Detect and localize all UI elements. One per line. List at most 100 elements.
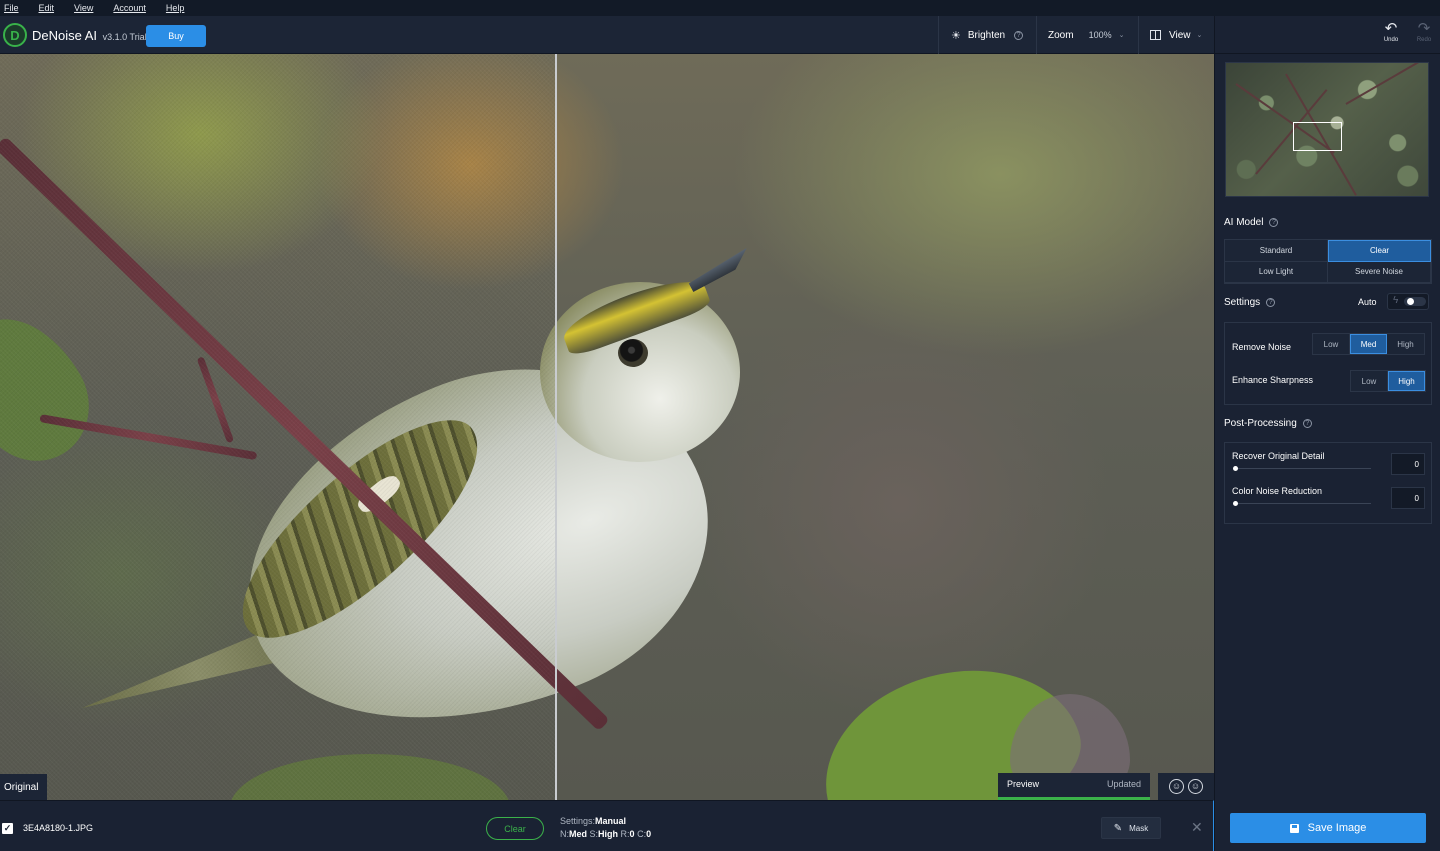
- slider-knob[interactable]: [1233, 501, 1238, 506]
- file-checkbox[interactable]: ✓: [2, 823, 13, 834]
- image-viewport[interactable]: [0, 54, 1214, 800]
- mask-label: Mask: [1129, 823, 1149, 833]
- auto-toggle[interactable]: ϟ: [1387, 293, 1429, 310]
- brighten-label: Brighten: [967, 29, 1006, 41]
- model-clear-badge[interactable]: Clear: [486, 817, 544, 840]
- auto-label: Auto: [1358, 297, 1377, 307]
- close-icon[interactable]: ✕: [1191, 819, 1203, 836]
- slider-knob[interactable]: [1233, 466, 1238, 471]
- color-noise-slider[interactable]: [1233, 501, 1371, 506]
- model-clear[interactable]: Clear: [1328, 240, 1431, 262]
- remove-noise-selector: Low Med High: [1312, 333, 1425, 355]
- brush-icon: ✎: [1113, 822, 1123, 834]
- sun-icon: ☀: [951, 29, 961, 42]
- color-noise-input[interactable]: 0: [1391, 487, 1425, 509]
- file-name: 3E4A8180-1.JPG: [23, 823, 94, 833]
- brighten-toggle[interactable]: ☀ Brighten ?: [938, 16, 1036, 54]
- settings-summary: Settings:Manual N:Med S:High R:0 C:0: [560, 815, 651, 841]
- navigator-thumbnail[interactable]: [1225, 62, 1429, 197]
- split-view-icon: [1150, 30, 1161, 40]
- settings-prefix: Settings:: [560, 816, 596, 826]
- zoom-value: 100%: [1088, 30, 1112, 40]
- noise-prefix: N:: [560, 829, 569, 839]
- noise-value: Med: [569, 829, 587, 839]
- settings-box: Remove Noise Low Med High Enhance Sharpn…: [1224, 322, 1432, 405]
- face-neutral-icon[interactable]: ☺: [1188, 779, 1203, 794]
- lightning-icon: ϟ: [1393, 295, 1399, 306]
- remove-noise-label: Remove Noise: [1232, 342, 1292, 352]
- top-toolbar: D DeNoise AI v3.1.0 Trial Buy ☀ Brighten…: [0, 16, 1214, 54]
- help-icon[interactable]: ?: [1014, 30, 1024, 40]
- undo-icon: ↶: [1384, 20, 1398, 37]
- preview-status: Preview Updated: [998, 773, 1150, 800]
- sharpness-prefix: S:: [589, 829, 599, 839]
- view-dropdown[interactable]: View ⌄: [1138, 16, 1214, 54]
- menu-edit[interactable]: Edit: [39, 3, 55, 13]
- color-prefix: C:: [637, 829, 647, 839]
- model-standard[interactable]: Standard: [1225, 240, 1328, 262]
- undo-button[interactable]: ↶ Undo: [1380, 20, 1402, 44]
- color-noise-label: Color Noise Reduction: [1232, 486, 1323, 496]
- navigator-viewport-box[interactable]: [1293, 122, 1342, 151]
- post-processing-box: Recover Original Detail 0 Color Noise Re…: [1224, 442, 1432, 524]
- save-image-button[interactable]: Save Image: [1230, 813, 1426, 843]
- recover-detail-label: Recover Original Detail: [1232, 451, 1325, 461]
- help-icon[interactable]: ?: [1302, 419, 1312, 428]
- model-low-light[interactable]: Low Light: [1225, 261, 1328, 283]
- app-name: DeNoise AI: [32, 28, 98, 43]
- buy-button[interactable]: Buy: [146, 25, 206, 47]
- sharpness-high[interactable]: High: [1388, 371, 1425, 391]
- app-version: v3.1.0 Trial: [102, 32, 147, 42]
- remove-noise-low[interactable]: Low: [1313, 334, 1350, 354]
- bottom-bar: ✓ 3E4A8180-1.JPG Clear Settings:Manual N…: [0, 800, 1214, 851]
- sharpness-low[interactable]: Low: [1351, 371, 1388, 391]
- zoom-label: Zoom: [1048, 29, 1074, 41]
- redo-icon: ↷: [1417, 20, 1431, 37]
- chevron-down-icon: ⌄: [1196, 32, 1203, 39]
- menu-help[interactable]: Help: [166, 3, 185, 13]
- ai-model-selector: Standard Clear Low Light Severe Noise: [1224, 239, 1432, 284]
- model-severe-noise[interactable]: Severe Noise: [1328, 261, 1431, 283]
- color-value: 0: [646, 829, 652, 839]
- bird-photo: [0, 54, 1214, 800]
- undo-label: Undo: [1383, 37, 1399, 43]
- face-buttons: ☺ ☺: [1158, 773, 1214, 800]
- recover-detail-slider[interactable]: [1233, 466, 1371, 471]
- save-image-label: Save Image: [1307, 822, 1367, 834]
- enhance-sharpness-selector: Low High: [1350, 370, 1426, 392]
- menu-view[interactable]: View: [74, 3, 93, 13]
- save-disk-icon: [1289, 823, 1299, 833]
- help-icon[interactable]: ?: [1266, 298, 1276, 307]
- help-icon[interactable]: ?: [1269, 218, 1279, 227]
- app-logo-icon: D: [3, 23, 27, 47]
- recover-prefix: R:: [620, 829, 630, 839]
- preview-updated-label: Updated: [1106, 779, 1141, 789]
- remove-noise-high[interactable]: High: [1387, 334, 1424, 354]
- history-controls: ↶ Undo ↷ Redo: [1215, 16, 1440, 54]
- menu-bar: File Edit View Account Help: [0, 0, 1440, 16]
- sharpness-value: High: [598, 829, 619, 839]
- face-smile-icon[interactable]: ☺: [1169, 779, 1184, 794]
- redo-button[interactable]: ↷ Redo: [1413, 20, 1435, 44]
- mask-button[interactable]: ✎ Mask: [1101, 817, 1161, 839]
- preview-label: Preview: [1007, 779, 1040, 789]
- recover-detail-input[interactable]: 0: [1391, 453, 1425, 475]
- chevron-down-icon: ⌄: [1118, 32, 1125, 39]
- menu-file[interactable]: File: [4, 3, 19, 13]
- enhance-sharpness-label: Enhance Sharpness: [1232, 375, 1314, 385]
- menu-account[interactable]: Account: [113, 3, 146, 13]
- ai-model-title: AI Model ?: [1224, 217, 1279, 228]
- zoom-dropdown[interactable]: Zoom 100% ⌄: [1036, 16, 1138, 54]
- right-panel: ↶ Undo ↷ Redo AI Model ? Standard Clear …: [1214, 16, 1440, 851]
- original-label: Original: [0, 774, 47, 800]
- post-processing-title: Post-Processing ?: [1224, 418, 1312, 429]
- settings-mode: Manual: [595, 816, 627, 826]
- view-label: View: [1169, 29, 1191, 41]
- auto-switch: [1404, 297, 1426, 306]
- comparison-divider[interactable]: [555, 54, 557, 800]
- settings-title: Settings ?: [1224, 297, 1276, 308]
- redo-label: Redo: [1416, 37, 1432, 43]
- remove-noise-med[interactable]: Med: [1350, 334, 1387, 354]
- recover-value: 0: [629, 829, 635, 839]
- app-title: DeNoise AI v3.1.0 Trial: [32, 28, 147, 43]
